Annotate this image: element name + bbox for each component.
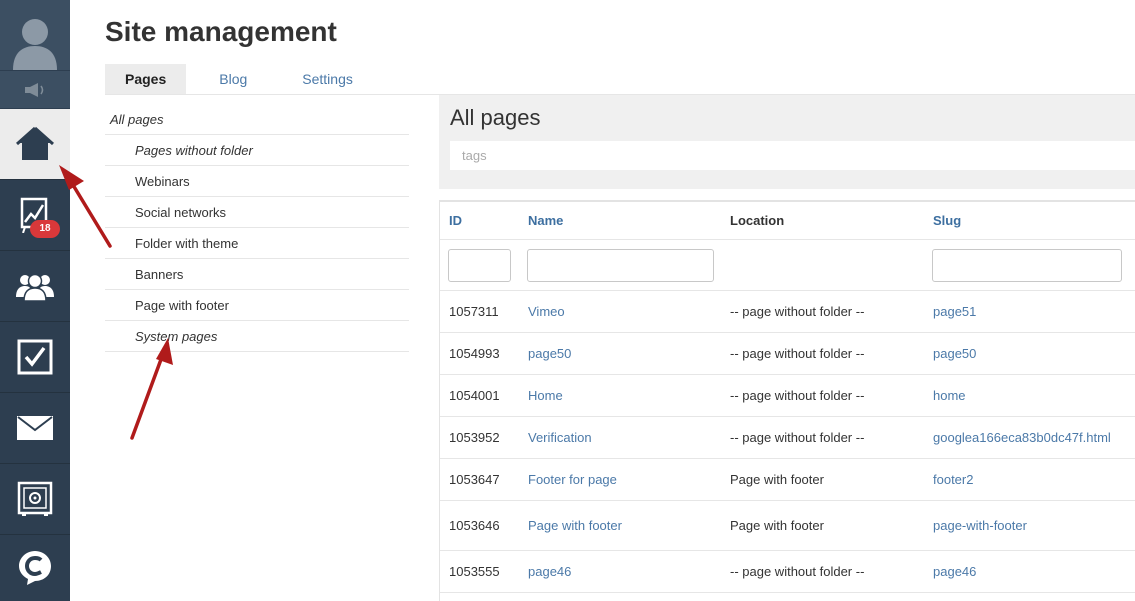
page-title: Site management	[105, 16, 337, 47]
tab-pages[interactable]: Pages	[105, 64, 187, 94]
row-name-link[interactable]: page46	[528, 551, 571, 592]
table-header: ID Name Location Slug	[440, 202, 1135, 240]
row-slug-link[interactable]: page46	[933, 551, 976, 592]
safe-icon	[17, 481, 53, 516]
user-silhouette-icon	[13, 19, 57, 70]
main-header: All pages	[439, 95, 1135, 189]
slug-filter-input[interactable]	[932, 249, 1122, 282]
tags-input[interactable]	[450, 141, 1135, 170]
row-name-link[interactable]: Verification	[528, 417, 592, 458]
row-location: Page with footer	[730, 472, 824, 487]
table-row: 1053952 Verification -- page without folde…	[440, 417, 1135, 459]
brand-button[interactable]	[0, 534, 70, 601]
row-slug-link[interactable]: page50	[933, 333, 976, 374]
table-row: 1053647 Footer for page Page with footer fo…	[440, 459, 1135, 501]
table-row: 1053646 Page with footer Page with footer p…	[440, 501, 1135, 551]
folder-banners[interactable]: Banners	[105, 259, 409, 290]
arrow-to-system-pages	[130, 338, 173, 440]
row-location: -- page without folder --	[730, 430, 865, 445]
analytics-button[interactable]: 18	[0, 179, 70, 249]
filter-row	[440, 240, 1135, 291]
row-id: 1054993	[449, 346, 500, 361]
row-name-link[interactable]: Footer for page	[528, 459, 617, 500]
row-slug-link[interactable]: page-with-footer	[933, 501, 1027, 550]
row-id: 1053647	[449, 472, 500, 487]
home-button[interactable]	[0, 109, 70, 179]
row-id: 1054001	[449, 388, 500, 403]
row-name-link[interactable]: Home	[528, 375, 563, 416]
column-header-location: Location	[730, 213, 785, 228]
section-title: All pages	[450, 105, 541, 130]
row-slug-link[interactable]: page51	[933, 291, 976, 332]
column-header-id[interactable]: ID	[449, 202, 462, 239]
tasks-button[interactable]	[0, 321, 70, 391]
folder-page-with-footer[interactable]: Page with footer	[105, 290, 409, 321]
table-row: 1053555 page46 -- page without folder -- pa…	[440, 551, 1135, 593]
users-group-icon	[16, 273, 54, 301]
folder-all-pages[interactable]: All pages	[105, 104, 409, 135]
app-sidebar: 18	[0, 0, 70, 601]
notifications-button[interactable]	[0, 71, 70, 108]
row-id: 1053555	[449, 564, 500, 579]
folder-system-pages[interactable]: System pages	[105, 321, 409, 352]
folder-webinars[interactable]: Webinars	[105, 166, 409, 197]
row-name-link[interactable]: page50	[528, 333, 571, 374]
column-header-name[interactable]: Name	[528, 202, 563, 239]
id-filter-input[interactable]	[448, 249, 511, 282]
row-location: -- page without folder --	[730, 346, 865, 361]
row-slug-link[interactable]: footer2	[933, 459, 973, 500]
folder-pages-without-folder[interactable]: Pages without folder	[105, 135, 409, 166]
row-id: 1053646	[449, 518, 500, 533]
row-location: -- page without folder --	[730, 304, 865, 319]
row-location: -- page without folder --	[730, 388, 865, 403]
folder-list: All pages Pages without folder Webinars …	[105, 104, 409, 352]
envelope-icon	[17, 415, 53, 440]
row-location: Page with footer	[730, 518, 824, 533]
safe-button[interactable]	[0, 463, 70, 533]
pages-table: ID Name Location Slug 1057311 Vimeo -- pag…	[439, 200, 1135, 601]
table-row: 1054001 Home -- page without folder -- home	[440, 375, 1135, 417]
row-location: -- page without folder --	[730, 564, 865, 579]
row-name-link[interactable]: Vimeo	[528, 291, 565, 332]
home-icon	[16, 126, 54, 160]
tab-bar: Pages Blog Settings	[105, 64, 373, 94]
row-slug-link[interactable]: home	[933, 375, 966, 416]
name-filter-input[interactable]	[527, 249, 714, 282]
folder-social-networks[interactable]: Social networks	[105, 197, 409, 228]
row-id: 1057311	[449, 304, 499, 319]
row-slug-link[interactable]: googlea166eca83b0dc47f.html	[933, 417, 1111, 458]
column-header-slug[interactable]: Slug	[933, 202, 961, 239]
row-name-link[interactable]: Page with footer	[528, 501, 622, 550]
tab-blog[interactable]: Blog	[199, 64, 267, 94]
table-row: 1054993 page50 -- page without folder -- pa…	[440, 333, 1135, 375]
mail-button[interactable]	[0, 392, 70, 462]
megaphone-icon	[25, 82, 44, 97]
checkbox-icon	[17, 339, 53, 374]
user-avatar[interactable]	[0, 0, 70, 70]
table-row: 1057311 Vimeo -- page without folder -- pag…	[440, 291, 1135, 333]
tab-settings[interactable]: Settings	[282, 64, 373, 94]
users-button[interactable]	[0, 250, 70, 320]
notification-badge: 18	[30, 220, 60, 238]
folder-with-theme[interactable]: Folder with theme	[105, 228, 409, 259]
row-id: 1053952	[449, 430, 500, 445]
c-logo-icon	[19, 551, 51, 585]
